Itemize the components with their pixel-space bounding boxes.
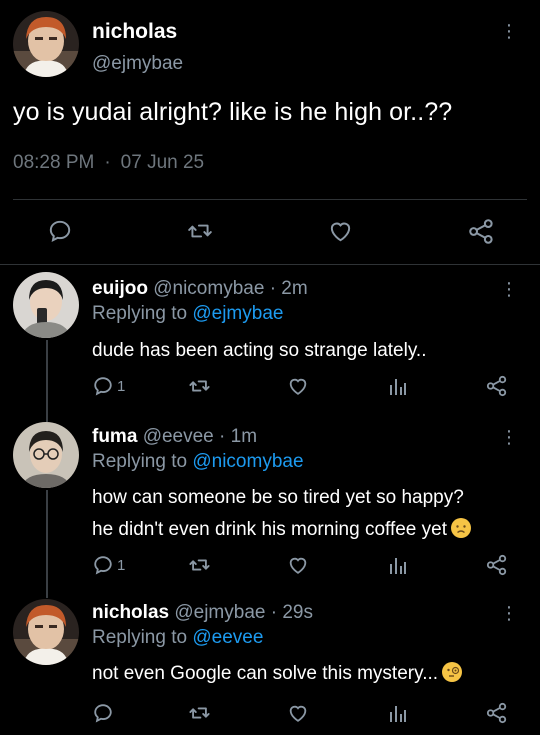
retweet-button[interactable] bbox=[188, 554, 211, 576]
kebab-icon[interactable]: ⋮ bbox=[500, 604, 518, 622]
separator: · bbox=[219, 426, 226, 447]
reply-text-line: how can someone be so tired yet so happy… bbox=[92, 487, 464, 508]
reply-count: 1 bbox=[117, 377, 126, 395]
reply-icon bbox=[94, 556, 112, 575]
divider bbox=[0, 264, 540, 265]
author-name[interactable]: nicholas bbox=[92, 602, 169, 623]
divider bbox=[13, 199, 527, 200]
avatar[interactable] bbox=[13, 422, 79, 488]
retweet-button[interactable] bbox=[188, 375, 211, 397]
retweet-icon bbox=[189, 559, 210, 571]
share-button[interactable] bbox=[486, 702, 508, 724]
analytics-icon bbox=[390, 558, 406, 574]
reply-age: 29s bbox=[282, 602, 313, 623]
reply-icon bbox=[94, 377, 112, 396]
avatar[interactable] bbox=[13, 599, 79, 665]
analytics-button[interactable] bbox=[388, 554, 408, 576]
like-button[interactable] bbox=[287, 554, 309, 576]
retweet-button[interactable] bbox=[188, 702, 211, 724]
kebab-icon[interactable]: ⋮ bbox=[500, 280, 518, 298]
replying-to-link[interactable]: @nicomybae bbox=[192, 451, 303, 472]
reply-text-line: dude has been acting so strange lately.. bbox=[92, 340, 427, 361]
reply-text: not even Google can solve this mystery..… bbox=[92, 658, 463, 690]
reply-text-line: he didn't even drink his morning coffee … bbox=[92, 514, 471, 546]
author-name[interactable]: fuma bbox=[92, 426, 137, 447]
reply-header: nicholas @ejmybae · 29s bbox=[92, 602, 313, 624]
reply-button[interactable]: 1 bbox=[92, 375, 125, 397]
retweet-icon bbox=[188, 224, 212, 238]
tweet-date: 07 Jun 25 bbox=[120, 152, 205, 173]
reply-text-content: he didn't even drink his morning coffee … bbox=[92, 519, 447, 540]
like-button[interactable] bbox=[287, 375, 309, 397]
reply-text-line: not even Google can solve this mystery..… bbox=[92, 658, 463, 690]
reply-tweet: fuma @eevee · 1m ⋮ Replying to @nicomyba… bbox=[0, 420, 540, 595]
like-button[interactable] bbox=[287, 702, 309, 724]
reply-icon bbox=[49, 220, 71, 243]
reply-tweet: euijoo @nicomybae · 2m ⋮ Replying to @ej… bbox=[0, 270, 540, 418]
author-handle[interactable]: @nicomybae bbox=[153, 278, 264, 299]
reply-button[interactable] bbox=[47, 218, 73, 244]
replying-to-label: Replying to bbox=[92, 303, 188, 324]
author-name[interactable]: nicholas bbox=[92, 20, 177, 44]
author-handle[interactable]: @eevee bbox=[143, 426, 214, 447]
worried-face-icon bbox=[451, 518, 471, 538]
reply-button[interactable]: 1 bbox=[92, 554, 125, 576]
replying-to-label: Replying to bbox=[92, 451, 188, 472]
retweet-button[interactable] bbox=[186, 218, 214, 244]
retweet-icon bbox=[189, 380, 210, 392]
share-icon bbox=[486, 702, 507, 724]
reply-header: euijoo @nicomybae · 2m bbox=[92, 278, 308, 300]
like-icon bbox=[330, 222, 351, 242]
face-with-monocle-icon bbox=[442, 662, 463, 682]
reply-icon bbox=[94, 704, 112, 723]
reply-age: 1m bbox=[230, 426, 258, 447]
analytics-icon bbox=[390, 379, 406, 395]
tweet-timestamp: 08:28 PM · 07 Jun 25 bbox=[13, 152, 204, 174]
reply-text: dude has been acting so strange lately.. bbox=[92, 335, 427, 367]
tweet-time: 08:28 PM bbox=[13, 152, 95, 173]
author-handle[interactable]: @ejmybae bbox=[174, 602, 265, 623]
retweet-icon bbox=[189, 707, 210, 719]
author-name[interactable]: euijoo bbox=[92, 278, 148, 299]
separator: · bbox=[269, 278, 277, 299]
reply-text-content: not even Google can solve this mystery..… bbox=[92, 663, 439, 684]
share-button[interactable] bbox=[486, 375, 508, 397]
reply-header: fuma @eevee · 1m bbox=[92, 426, 257, 448]
avatar[interactable] bbox=[13, 11, 79, 77]
avatar[interactable] bbox=[13, 272, 79, 338]
share-icon bbox=[486, 554, 507, 576]
share-button[interactable] bbox=[486, 554, 508, 576]
separator: · bbox=[270, 602, 278, 623]
share-icon bbox=[486, 375, 507, 397]
reply-count: 1 bbox=[117, 556, 126, 574]
analytics-button[interactable] bbox=[388, 702, 408, 724]
tweet-text: yo is yudai alright? like is he high or.… bbox=[13, 98, 453, 126]
replying-to: Replying to @nicomybae bbox=[92, 451, 304, 473]
replying-to-link[interactable]: @ejmybae bbox=[192, 303, 283, 324]
analytics-button[interactable] bbox=[388, 375, 408, 397]
like-icon bbox=[289, 705, 307, 722]
reply-tweet: nicholas @ejmybae · 29s ⋮ Replying to @e… bbox=[0, 597, 540, 735]
like-button[interactable] bbox=[327, 218, 354, 244]
replying-to: Replying to @ejmybae bbox=[92, 303, 283, 325]
author-handle[interactable]: @ejmybae bbox=[92, 53, 183, 75]
replying-to: Replying to @eevee bbox=[92, 627, 263, 649]
share-button[interactable] bbox=[468, 218, 495, 245]
reply-text: how can someone be so tired yet so happy… bbox=[92, 482, 471, 546]
like-icon bbox=[289, 557, 307, 574]
separator: · bbox=[104, 152, 111, 173]
tweet-actions bbox=[0, 218, 540, 248]
reply-button[interactable] bbox=[92, 702, 114, 724]
share-icon bbox=[469, 219, 493, 244]
kebab-icon[interactable]: ⋮ bbox=[500, 22, 518, 40]
replying-to-link[interactable]: @eevee bbox=[192, 627, 263, 648]
analytics-icon bbox=[390, 706, 406, 722]
replying-to-label: Replying to bbox=[92, 627, 188, 648]
kebab-icon[interactable]: ⋮ bbox=[500, 428, 518, 446]
like-icon bbox=[289, 378, 307, 395]
main-tweet: nicholas @ejmybae ⋮ yo is yudai alright?… bbox=[0, 0, 540, 265]
reply-age: 2m bbox=[281, 278, 308, 299]
